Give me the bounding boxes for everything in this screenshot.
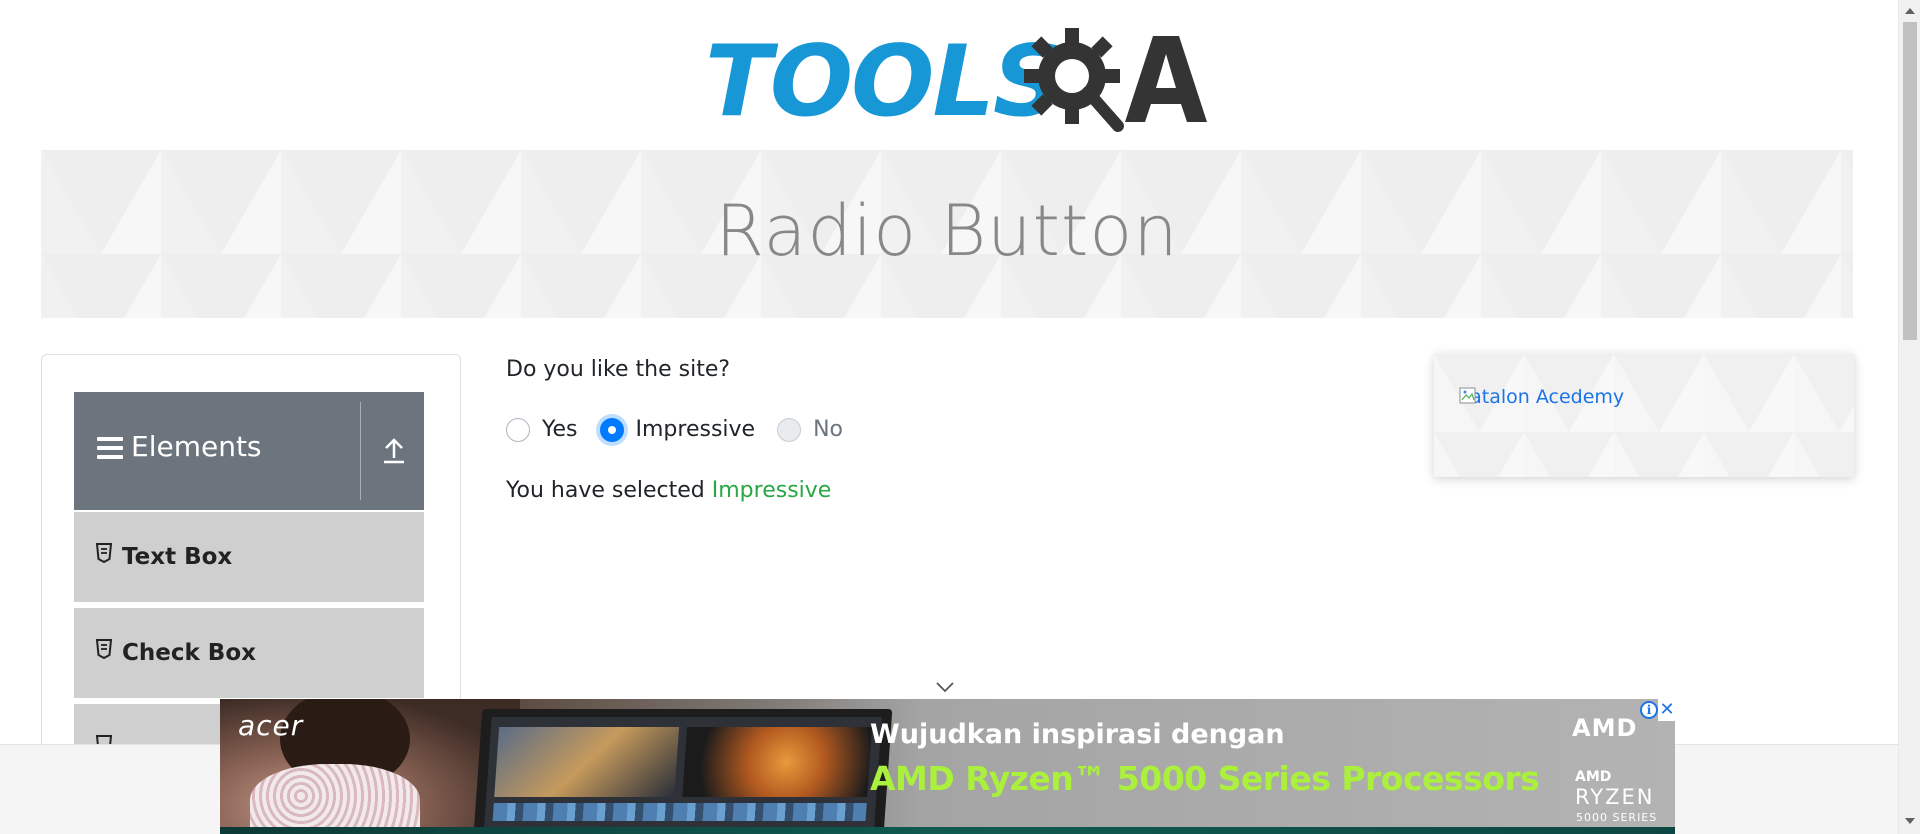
ad-close-icon[interactable]: ✕ [1658, 699, 1675, 721]
radio-yes-label[interactable]: Yes [542, 417, 578, 442]
sidebar-item-label: Text Box [122, 544, 233, 570]
radio-yes-input[interactable] [506, 417, 530, 442]
card-pattern [1434, 354, 1854, 477]
scroll-down-icon[interactable] [1905, 818, 1915, 824]
laptop-timeline [492, 803, 867, 821]
ad-info-icon[interactable]: i [1640, 701, 1658, 719]
hamburger-icon [97, 436, 123, 461]
katalon-ad-card: Katalon Acedemy [1434, 354, 1854, 477]
selection-result: You have selected Impressive [506, 478, 831, 503]
collapse-arrow-icon[interactable] [374, 430, 414, 470]
sidebar-group-elements[interactable]: Elements [74, 392, 424, 510]
divider [360, 402, 361, 500]
radio-no-input [777, 417, 802, 442]
html5-icon [96, 543, 112, 563]
result-prefix: You have selected [506, 478, 712, 503]
amd-ad-banner[interactable]: acer Wujudkan inspirasi dengan AMD Ryzen… [220, 699, 1675, 834]
logo-a-letter [1125, 36, 1207, 122]
radio-no-label: No [813, 417, 844, 442]
series-badge-text: 5000 SERIES [1576, 811, 1658, 824]
logo-tools-text: TOOLS [705, 25, 1063, 139]
gear-magnifier-icon [1024, 28, 1124, 132]
acer-logo: acer [238, 709, 304, 742]
radio-group: Yes Impressive No [506, 417, 865, 442]
laptop-panel-tiger [682, 727, 873, 797]
vertical-scrollbar[interactable] [1898, 0, 1920, 834]
sidebar-item-label: Check Box [122, 640, 256, 666]
katalon-link-text[interactable]: Katalon Acedemy [1458, 386, 1624, 408]
laptop-screen [484, 717, 882, 827]
katalon-academy-link[interactable]: Katalon Acedemy [1458, 386, 1624, 408]
page-title: Radio Button [715, 190, 1179, 272]
sidebar-item-text-box[interactable]: Text Box [74, 512, 424, 604]
ad-subheadline: AMD Ryzen™ 5000 Series Processors [870, 759, 1540, 798]
amd-logo: AMD [1572, 714, 1638, 742]
group-title[interactable]: Elements [97, 430, 262, 463]
scrollbar-thumb[interactable] [1903, 22, 1917, 340]
toolsqa-logo[interactable]: TOOLS [705, 22, 1207, 139]
amd-badge-logo: AMD [1575, 769, 1612, 785]
result-value: Impressive [711, 478, 832, 503]
laptop-panel-video [494, 727, 680, 797]
page-header-banner: Radio Button [41, 150, 1853, 318]
question-text: Do you like the site? [506, 357, 731, 382]
ryzen-badge-text: RYZEN [1575, 785, 1655, 809]
group-title-label: Elements [131, 430, 262, 463]
radio-impressive-input[interactable] [599, 417, 624, 442]
ad-laptop-image [473, 709, 893, 834]
radio-yes[interactable]: Yes [506, 417, 578, 442]
radio-no: No [777, 417, 843, 442]
scroll-up-icon[interactable] [1905, 8, 1915, 14]
radio-impressive[interactable]: Impressive [599, 417, 756, 442]
ad-person-shirt [250, 764, 420, 834]
chevron-down-icon[interactable] [935, 680, 955, 694]
broken-image-icon [1459, 387, 1476, 404]
ad-bottom-bar [220, 827, 1675, 834]
ad-headline: Wujudkan inspirasi dengan [870, 719, 1285, 750]
sidebar-item-check-box[interactable]: Check Box [74, 608, 424, 700]
radio-impressive-label[interactable]: Impressive [636, 417, 756, 442]
html5-icon [96, 639, 112, 659]
